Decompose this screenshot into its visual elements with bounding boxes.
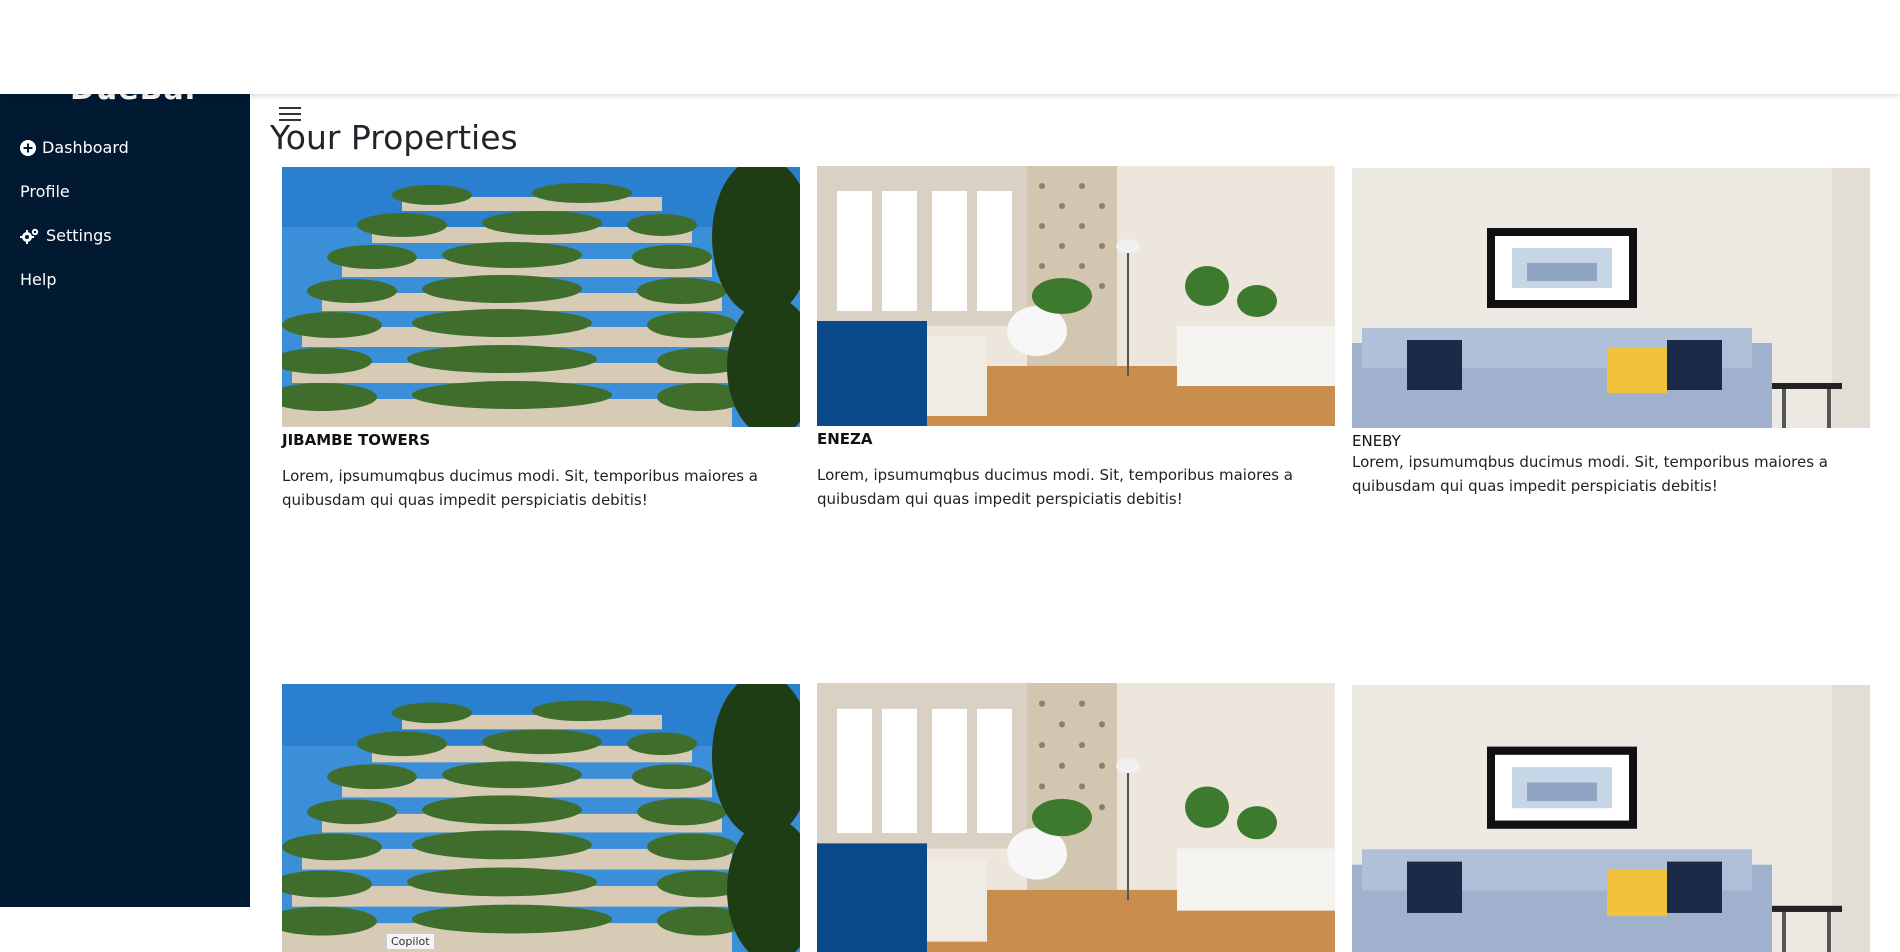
property-image[interactable] (282, 684, 800, 952)
property-card[interactable]: ENEZA Lorem, ipsumumqbus ducimus modi. S… (817, 166, 1335, 511)
property-card[interactable] (817, 683, 1335, 952)
property-image[interactable] (1352, 168, 1870, 428)
top-header (0, 0, 1900, 94)
page-title: Your Properties (270, 118, 518, 157)
property-name: ENEBY (1352, 432, 1401, 450)
property-description: Lorem, ipsumumqbus ducimus modi. Sit, te… (817, 466, 1293, 508)
sidebar-item-label: Help (20, 270, 57, 289)
property-image[interactable] (1352, 685, 1870, 952)
brand-logo[interactable]: DueBar (70, 94, 201, 107)
sidebar-item-profile[interactable]: Profile (20, 182, 70, 201)
sidebar-item-label: Profile (20, 182, 70, 201)
property-card[interactable]: ENEBY Lorem, ipsumumqbus ducimus modi. S… (1352, 168, 1870, 498)
sidebar-item-label: Dashboard (42, 138, 129, 157)
sofa-image (1352, 685, 1870, 952)
sidebar-item-dashboard[interactable]: Dashboard (20, 138, 129, 157)
sidebar-item-help[interactable]: Help (20, 270, 56, 289)
sidebar: DueBar Dashboard Profile Settings Help (0, 94, 250, 907)
property-description: Lorem, ipsumumqbus ducimus modi. Sit, te… (282, 467, 758, 509)
property-image[interactable] (817, 683, 1335, 952)
living-room-image (817, 683, 1335, 952)
property-card[interactable] (282, 684, 800, 952)
property-name: ENEZA (817, 430, 873, 448)
sidebar-item-settings[interactable]: Settings (20, 226, 112, 245)
property-card[interactable]: JIBAMBE TOWERS Lorem, ipsumumqbus ducimu… (282, 167, 800, 512)
gears-icon (20, 228, 39, 244)
building-image (282, 167, 800, 427)
property-description: Lorem, ipsumumqbus ducimus modi. Sit, te… (1352, 453, 1828, 495)
plus-circle-icon (20, 139, 36, 156)
property-card[interactable] (1352, 685, 1870, 952)
living-room-image (817, 166, 1335, 426)
property-name: JIBAMBE TOWERS (282, 431, 431, 449)
building-image (282, 684, 800, 952)
sidebar-item-label: Settings (46, 226, 112, 245)
copilot-tooltip: Copilot (386, 933, 435, 950)
sofa-image (1352, 168, 1870, 428)
property-image[interactable] (817, 166, 1335, 426)
property-image[interactable] (282, 167, 800, 427)
